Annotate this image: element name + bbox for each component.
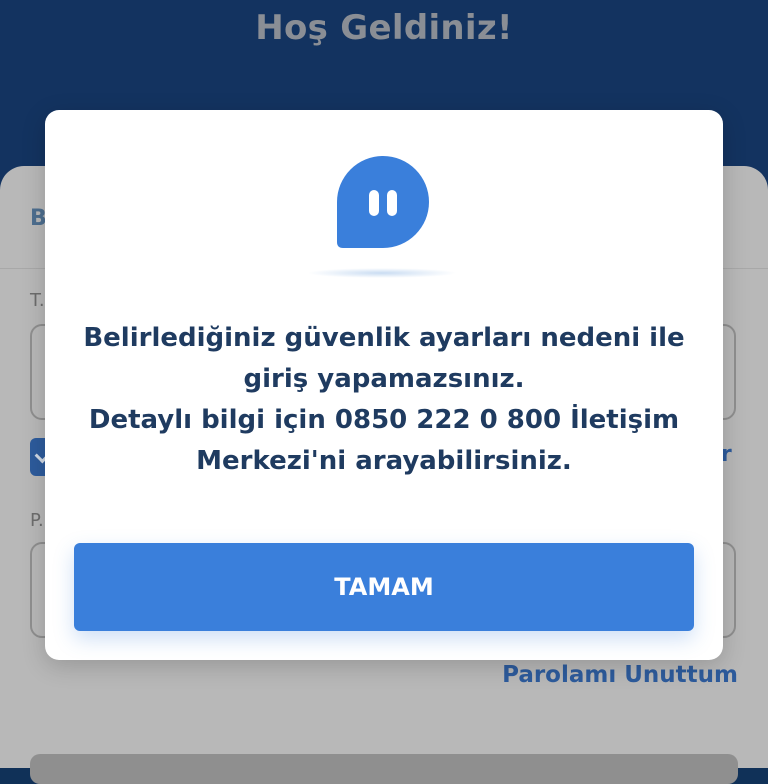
page-title: Hoş Geldiniz!	[255, 8, 513, 48]
password-field-label: P.	[30, 510, 44, 531]
dialog-message: Belirlediğiniz güvenlik ayarları nedeni …	[83, 323, 685, 476]
security-dialog: Belirlediğiniz güvenlik ayarları nedeni …	[45, 110, 723, 660]
login-button[interactable]	[30, 754, 738, 784]
ok-button[interactable]: TAMAM	[74, 543, 694, 631]
forgot-password-link[interactable]: Parolamı Unuttum	[502, 662, 738, 688]
chat-bubble-pause-icon	[337, 156, 429, 248]
icon-shadow	[307, 268, 457, 278]
tckn-field-label: T.	[30, 290, 45, 311]
